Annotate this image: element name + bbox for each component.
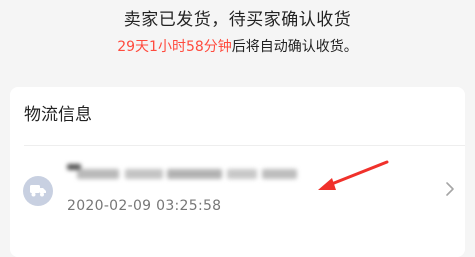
auto-confirm-notice: 29天1小时58分钟后将自动确认收货。 bbox=[0, 37, 475, 57]
status-title: 卖家已发货，待买家确认收货 bbox=[123, 10, 352, 30]
truck-icon bbox=[23, 176, 53, 206]
logistics-card: 物流信息 2020-02-09 03:25:58 bbox=[10, 87, 465, 257]
logistics-timestamp: 2020-02-09 03:25:58 bbox=[67, 198, 222, 214]
logistics-row[interactable]: 2020-02-09 03:25:58 bbox=[10, 147, 465, 227]
status-header: 卖家已发货，待买家确认收货 29天1小时58分钟后将自动确认收货。 bbox=[0, 0, 475, 86]
tracking-detail-redacted bbox=[67, 164, 297, 182]
logistics-card-title: 物流信息 bbox=[24, 105, 92, 125]
countdown-text: 29天1小时58分钟 bbox=[117, 39, 232, 55]
chevron-right-icon[interactable] bbox=[444, 180, 456, 198]
auto-confirm-suffix: 后将自动确认收货。 bbox=[231, 39, 358, 55]
card-divider bbox=[24, 145, 465, 146]
